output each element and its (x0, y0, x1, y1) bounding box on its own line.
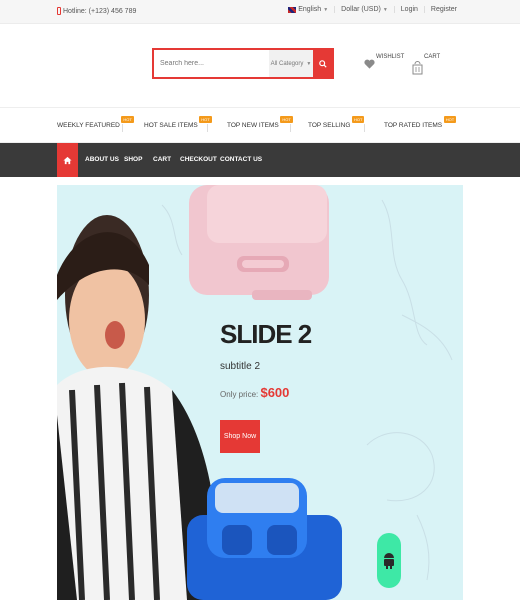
shop-now-button[interactable]: Shop Now (220, 420, 260, 453)
featured-top-selling[interactable]: TOP SELLING HOT (308, 116, 365, 129)
hot-badge: HOT (199, 116, 212, 123)
featured-label: HOT SALE ITEMS (144, 122, 198, 129)
cart-label: CART (424, 54, 441, 60)
hot-badge: HOT (351, 116, 365, 123)
currency-selector[interactable]: Dollar (USD) ▼ (334, 6, 394, 13)
featured-label: WEEKLY FEATURED (57, 122, 120, 129)
header: All Category ▼ WISHLIST CART (0, 24, 520, 108)
nav-contact-us[interactable]: CONTACT US (220, 156, 262, 163)
flag-icon (288, 6, 297, 13)
search-input[interactable] (154, 50, 269, 77)
hotline: Hotline: (+123) 456 789 (57, 7, 136, 15)
featured-hot-sale[interactable]: HOT SALE ITEMS HOT (144, 116, 212, 129)
nav-checkout[interactable]: CHECKOUT (180, 156, 217, 163)
slide-price-row: Only price: $600 (220, 385, 289, 400)
category-label: All Category (270, 60, 304, 67)
category-select[interactable]: All Category ▼ (269, 50, 313, 77)
featured-label: TOP RATED ITEMS (384, 122, 443, 129)
basket-icon (412, 61, 423, 75)
slide-price: $600 (260, 385, 290, 400)
divider (290, 124, 291, 132)
caret-down-icon: ▼ (382, 6, 388, 13)
hero-slider: SLIDE 2 subtitle 2 Only price: $600 Shop… (57, 185, 463, 600)
hot-badge: HOT (443, 116, 457, 123)
search-icon (318, 59, 327, 68)
featured-label: TOP SELLING (308, 122, 351, 129)
heart-icon (364, 59, 375, 69)
hot-badge: HOT (121, 116, 134, 123)
main-nav: ABOUT US SHOP CART CHECKOUT CONTACT US (0, 143, 520, 177)
phone-icon (57, 7, 61, 15)
top-bar: Hotline: (+123) 456 789 English ▼ Dollar… (0, 0, 520, 24)
slide-subtitle: subtitle 2 (220, 361, 261, 372)
nav-shop[interactable]: SHOP (124, 156, 142, 163)
featured-links: WEEKLY FEATURED HOT HOT SALE ITEMS HOT T… (0, 108, 520, 143)
home-button[interactable] (57, 143, 78, 177)
hotline-text: Hotline: (+123) 456 789 (63, 7, 137, 15)
caret-down-icon: ▼ (323, 6, 329, 13)
featured-top-new[interactable]: TOP NEW ITEMS HOT (227, 116, 293, 129)
nav-about-us[interactable]: ABOUT US (85, 156, 119, 163)
language-selector[interactable]: English ▼ (282, 6, 334, 13)
divider (364, 124, 365, 132)
wishlist-label: WISHLIST (376, 54, 405, 60)
home-icon (63, 156, 72, 164)
search-button[interactable] (313, 50, 332, 77)
register-link[interactable]: Register (423, 6, 463, 13)
hot-badge: HOT (280, 116, 293, 123)
language-label: English (298, 6, 322, 13)
top-bar-links: English ▼ Dollar (USD) ▼ Login Register (282, 6, 463, 13)
divider (122, 124, 123, 132)
caret-down-icon: ▼ (306, 60, 312, 67)
currency-label: Dollar (USD) (341, 6, 381, 13)
android-icon (384, 552, 394, 569)
price-prefix: Only price: (220, 390, 259, 399)
nav-cart[interactable]: CART (153, 156, 171, 163)
featured-weekly[interactable]: WEEKLY FEATURED HOT (57, 116, 134, 129)
android-badge (377, 533, 401, 588)
search-bar: All Category ▼ (152, 48, 334, 79)
divider (207, 124, 208, 132)
featured-label: TOP NEW ITEMS (227, 122, 279, 129)
featured-top-rated[interactable]: TOP RATED ITEMS HOT (384, 116, 457, 129)
slide-title: SLIDE 2 (220, 319, 312, 349)
login-link[interactable]: Login (393, 6, 424, 13)
